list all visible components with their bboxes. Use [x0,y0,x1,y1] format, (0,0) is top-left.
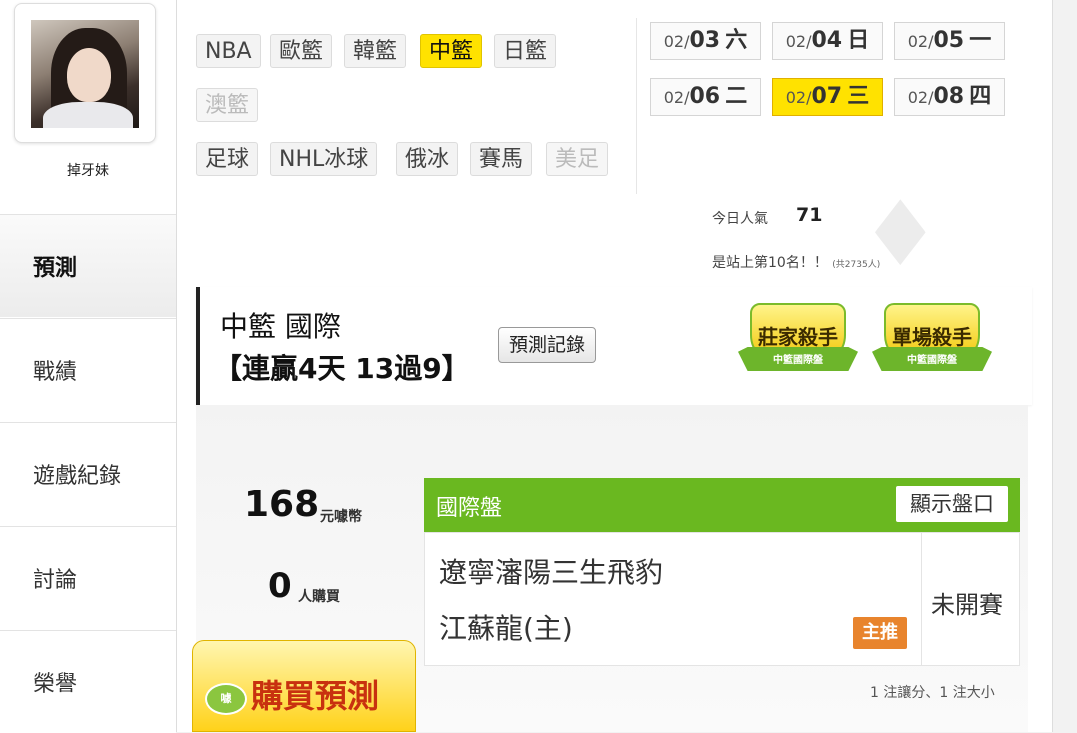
date-weekday: 二 [725,84,748,109]
league-title: 中籃 國際 [220,310,341,343]
league-tab-australia-basketball: 澳籃 [196,88,259,122]
league-tab-nhl[interactable]: NHL冰球 [270,142,378,176]
rank-label: 是站上第10名！！ [712,255,828,271]
buy-prediction-label: 購買預測 [251,677,380,715]
date-day: 07 [811,84,843,109]
date-day: 03 [689,28,721,53]
badge-bookmaker-killer: 莊家殺手 中籃國際盤 [738,303,858,381]
sidebar-item-prediction[interactable]: 預測 [0,214,176,317]
prediction-record-button[interactable]: 預測記錄 [498,327,597,363]
date-month: 02/ [663,32,690,51]
divider [921,533,922,665]
badge-single-game-killer: 單場殺手 中籃國際盤 [872,303,992,381]
buyers-unit: 人購買 [298,589,340,605]
league-tab-japan-basketball[interactable]: 日籃 [494,34,557,68]
date-button-0206[interactable]: 02/06 二 [650,78,761,116]
badge-subtitle: 中籃國際盤 [773,355,823,366]
date-weekday: 日 [847,28,870,53]
date-month: 02/ [907,32,934,51]
popularity-label: 今日人氣 [712,211,768,227]
username[interactable]: 掉牙妹 [0,160,176,180]
date-weekday: 四 [969,84,992,109]
date-month: 02/ [785,32,812,51]
league-tab-china-basketball[interactable]: 中籃 [420,34,483,68]
sidebar-item-record[interactable]: 戰績 [0,318,176,421]
match-row: 遼寧瀋陽三生飛豹 江蘇龍(主) 主推 未開賽 [424,532,1020,666]
league-tab-korea-basketball[interactable]: 韓籃 [344,34,407,68]
date-day: 04 [811,28,843,53]
rank-total: (共2735人) [832,260,881,270]
buy-prediction-button[interactable]: 噱 購買預測 [192,640,416,732]
team-home: 江蘇龍(主) [439,612,573,645]
coin-icon: 噱 [205,683,247,715]
date-weekday: 六 [725,28,748,53]
sidebar-item-discussion[interactable]: 討論 [0,526,176,629]
badge-subtitle: 中籃國際盤 [907,355,957,366]
price-unit: 元噱幣 [320,509,362,525]
rank-text: 是站上第10名！！ (共2735人) [712,252,880,272]
avatar-frame[interactable] [14,3,156,143]
sidebar-item-honor[interactable]: 榮譽 [0,630,176,733]
league-tab-russia-hockey[interactable]: 俄冰 [396,142,459,176]
bet-summary: 1 注讓分、1 注大小 [870,685,995,701]
team-away: 遼寧瀋陽三生飛豹 [439,556,664,589]
date-button-0205[interactable]: 02/05 一 [894,22,1005,60]
league-tab-euro-basketball[interactable]: 歐籃 [270,34,333,68]
buyers-count: 0 [268,566,292,606]
badge-title: 單場殺手 [892,325,972,349]
date-month: 02/ [785,88,812,107]
divider [636,18,637,194]
streak-text: 【連贏4天 13過9】 [214,352,470,385]
date-day: 06 [689,84,721,109]
price-value: 168 [244,484,320,525]
league-tab-soccer[interactable]: 足球 [196,142,259,176]
popularity-value: 71 [796,204,823,226]
date-button-0208[interactable]: 02/08 四 [894,78,1005,116]
date-button-0207[interactable]: 02/07 三 [772,78,883,116]
sidebar-item-game-log[interactable]: 遊戲紀錄 [0,422,176,525]
date-day: 05 [933,28,965,53]
league-tab-nba[interactable]: NBA [196,34,261,68]
main-pick-badge: 主推 [853,617,907,649]
league-tab-american-football: 美足 [546,142,609,176]
prediction-header: 中籃 國際 【連贏4天 13過9】 預測記錄 莊家殺手 中籃國際盤 單場殺手 中… [196,287,1032,405]
show-odds-button[interactable]: 顯示盤口 [896,486,1008,522]
league-tab-horse-racing[interactable]: 賽馬 [470,142,533,176]
date-weekday: 三 [847,84,870,109]
date-button-0203[interactable]: 02/03 六 [650,22,761,60]
avatar[interactable] [31,20,139,128]
odds-header: 國際盤 顯示盤口 [424,478,1020,532]
badge-title: 莊家殺手 [758,325,838,349]
match-status: 未開賽 [931,591,1003,619]
date-weekday: 一 [969,28,992,53]
odds-title: 國際盤 [436,496,503,521]
sidebar: 掉牙妹 預測 戰績 遊戲紀錄 討論 榮譽 [0,0,176,733]
date-day: 08 [933,84,965,109]
date-month: 02/ [663,88,690,107]
date-button-0204[interactable]: 02/04 日 [772,22,883,60]
date-month: 02/ [907,88,934,107]
